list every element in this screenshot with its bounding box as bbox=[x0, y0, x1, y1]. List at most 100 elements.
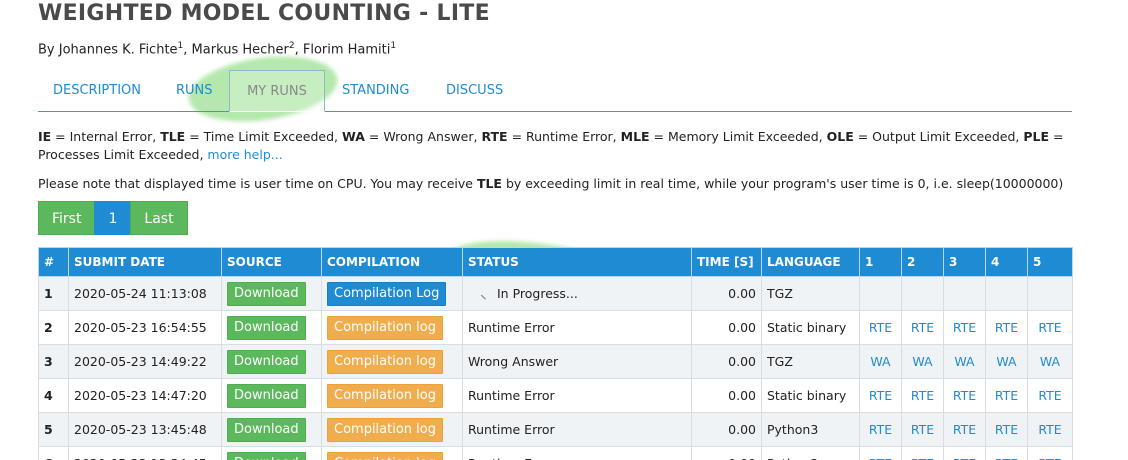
run-language: TGZ bbox=[761, 344, 860, 379]
source-cell: Download bbox=[221, 412, 322, 447]
compilation-log-button[interactable]: Compilation log bbox=[327, 349, 443, 374]
test-result-5[interactable]: RTE bbox=[1027, 446, 1073, 460]
test-result-4[interactable]: RTE bbox=[985, 378, 1028, 413]
status-cell: Wrong Answer bbox=[462, 344, 692, 379]
compilation-cell: Compilation log bbox=[321, 310, 463, 345]
test-result-5[interactable]: RTE bbox=[1027, 378, 1073, 413]
status-cell: Runtime Error bbox=[462, 446, 692, 460]
test-result-3[interactable]: RTE bbox=[943, 310, 986, 345]
test-result-1[interactable]: WA bbox=[859, 344, 902, 379]
test-result-5[interactable]: RTE bbox=[1027, 310, 1073, 345]
run-time: 0.00 bbox=[691, 344, 762, 379]
test-result-5[interactable]: RTE bbox=[1027, 412, 1073, 447]
download-button[interactable]: Download bbox=[227, 417, 306, 442]
test-result-1[interactable]: RTE bbox=[859, 310, 902, 345]
test-result-1[interactable]: RTE bbox=[859, 378, 902, 413]
run-number: 3 bbox=[38, 344, 69, 379]
compilation-log-button[interactable]: Compilation log bbox=[327, 383, 443, 408]
test-result-1 bbox=[859, 276, 902, 311]
compilation-cell: Compilation log bbox=[321, 446, 463, 460]
test-result-3[interactable]: RTE bbox=[943, 412, 986, 447]
more-help-link[interactable]: more help... bbox=[207, 147, 282, 162]
submit-date: 2020-05-23 16:54:55 bbox=[68, 310, 222, 345]
tab-runs[interactable]: RUNS bbox=[176, 70, 213, 111]
test-result-1[interactable]: RTE bbox=[859, 446, 902, 460]
run-number: 2 bbox=[38, 310, 69, 345]
column-header: # bbox=[38, 247, 69, 277]
loading-spinner-icon bbox=[480, 289, 491, 300]
compilation-log-button[interactable]: Compilation log bbox=[327, 417, 443, 442]
submit-date: 2020-05-23 13:34:45 bbox=[68, 446, 222, 460]
table-row: 5 2020-05-23 13:45:48 Download Compilation … bbox=[38, 412, 1073, 447]
test-result-4[interactable]: RTE bbox=[985, 446, 1028, 460]
download-button[interactable]: Download bbox=[227, 281, 306, 306]
table-row: 3 2020-05-23 14:49:22 Download Compilation … bbox=[38, 344, 1073, 379]
test-result-2[interactable]: WA bbox=[901, 344, 944, 379]
table-row: 62020-05-23 13:34:45 Download Compilation … bbox=[38, 446, 1073, 460]
test-result-4[interactable]: RTE bbox=[985, 412, 1028, 447]
download-button[interactable]: Download bbox=[227, 383, 306, 408]
test-result-5[interactable]: WA bbox=[1027, 344, 1073, 379]
runs-table-body: 1 2020-05-24 11:13:08 Download Compilation … bbox=[38, 276, 1073, 460]
test-result-2[interactable]: RTE bbox=[901, 446, 944, 460]
test-result-4[interactable]: RTE bbox=[985, 310, 1028, 345]
authors-text: , Florim Hamiti bbox=[294, 42, 391, 58]
test-result-3[interactable]: RTE bbox=[943, 378, 986, 413]
test-result-2[interactable]: RTE bbox=[901, 378, 944, 413]
table-header-row: # SUBMIT DATE SOURCE COMPILATION STATUS … bbox=[38, 247, 1073, 277]
compilation-log-button[interactable]: Compilation log bbox=[327, 315, 443, 340]
run-number: 5 bbox=[38, 412, 69, 447]
authors-text: , Markus Hecher bbox=[183, 42, 289, 58]
test-result-2[interactable]: RTE bbox=[901, 412, 944, 447]
column-header: STATUS bbox=[462, 247, 692, 277]
tab-discuss[interactable]: DISCUSS bbox=[446, 70, 503, 111]
test-result-3[interactable]: RTE bbox=[943, 446, 986, 460]
page-1-button[interactable]: 1 bbox=[94, 201, 132, 235]
last-page-button[interactable]: Last bbox=[130, 201, 188, 235]
test-result-4[interactable]: WA bbox=[985, 344, 1028, 379]
run-number: 1 bbox=[38, 276, 69, 311]
source-cell: Download bbox=[221, 378, 322, 413]
compilation-log-button[interactable]: Compilation Log bbox=[327, 281, 447, 306]
source-cell: Download bbox=[221, 446, 322, 460]
download-button[interactable]: Download bbox=[227, 451, 306, 460]
legend-abbr: MLE bbox=[620, 129, 650, 144]
submit-date: 2020-05-23 13:45:48 bbox=[68, 412, 222, 447]
column-header: 5 bbox=[1027, 247, 1073, 277]
legend-abbr: OLE bbox=[826, 129, 854, 144]
source-cell: Download bbox=[221, 310, 322, 345]
legend-text: = Memory Limit Exceeded, bbox=[649, 129, 827, 144]
first-page-button[interactable]: First bbox=[38, 201, 96, 235]
test-result-1[interactable]: RTE bbox=[859, 412, 902, 447]
authors-text: By Johannes K. Fichte bbox=[38, 42, 178, 58]
legend-text: = Wrong Answer, bbox=[364, 129, 482, 144]
status-text: In Progress... bbox=[497, 286, 578, 301]
legend-abbr: PLE bbox=[1023, 129, 1050, 144]
compilation-cell: Compilation log bbox=[321, 412, 463, 447]
download-button[interactable]: Download bbox=[227, 315, 306, 340]
run-time: 0.00 bbox=[691, 276, 762, 311]
status-cell: In Progress... bbox=[462, 276, 692, 311]
tab-standing[interactable]: STANDING bbox=[342, 70, 409, 111]
compilation-log-button[interactable]: Compilation log bbox=[327, 451, 443, 460]
compilation-cell: Compilation log bbox=[321, 378, 463, 413]
column-header: COMPILATION bbox=[321, 247, 463, 277]
column-header: SUBMIT DATE bbox=[68, 247, 222, 277]
timing-note: Please note that displayed time is user … bbox=[38, 175, 1063, 193]
tab-my-runs[interactable]: MY RUNS bbox=[229, 70, 325, 112]
column-header: LANGUAGE bbox=[761, 247, 860, 277]
tab-description[interactable]: DESCRIPTION bbox=[53, 70, 141, 111]
test-result-2[interactable]: RTE bbox=[901, 310, 944, 345]
test-result-5 bbox=[1027, 276, 1073, 311]
note-text: Please note that displayed time is user … bbox=[38, 176, 477, 191]
submit-date: 2020-05-23 14:49:22 bbox=[68, 344, 222, 379]
run-language: Static binary bbox=[761, 310, 860, 345]
run-time: 0.00 bbox=[691, 412, 762, 447]
author-affiliation: 1 bbox=[390, 41, 397, 51]
test-result-3[interactable]: WA bbox=[943, 344, 986, 379]
run-time: 0.00 bbox=[691, 378, 762, 413]
status-cell: Runtime Error bbox=[462, 412, 692, 447]
download-button[interactable]: Download bbox=[227, 349, 306, 374]
test-result-3 bbox=[943, 276, 986, 311]
legend-text: = Time Limit Exceeded, bbox=[185, 129, 342, 144]
